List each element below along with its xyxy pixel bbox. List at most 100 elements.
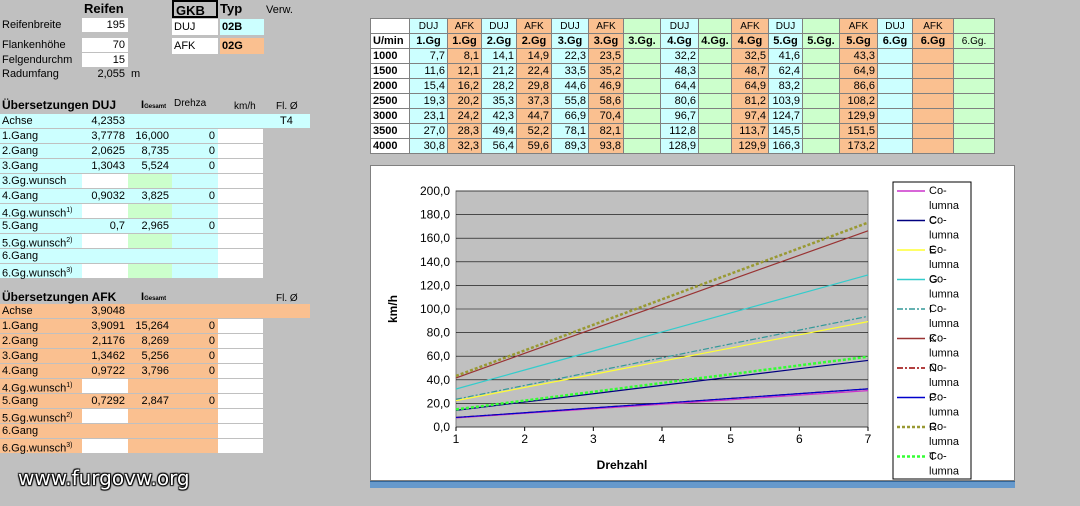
tire-value[interactable]: 70 <box>82 38 128 52</box>
speed-cell <box>698 63 732 79</box>
speed-cell: 56,4 <box>481 138 517 154</box>
duj-kmh-input[interactable] <box>218 174 263 188</box>
afk-drehzahl: 0 <box>208 320 215 332</box>
legend-entry: lumna <box>929 289 960 301</box>
speed-group-label: AFK <box>839 18 878 34</box>
duj-col-kmh: km/h <box>234 101 256 112</box>
speed-cell: 14,1 <box>481 48 517 64</box>
duj-kmh-input[interactable] <box>218 219 263 233</box>
chart-area[interactable]: 0,0 20,0 40,0 60,0 80,0 100,0 120,0 140,0 160,0 1… <box>370 165 1015 493</box>
afk-kmh-input[interactable] <box>218 319 263 333</box>
speed-cell: 33,5 <box>551 63 589 79</box>
speed-cell: 86,6 <box>839 78 878 94</box>
speed-cell: 166,3 <box>768 138 803 154</box>
speed-cell <box>877 108 913 124</box>
duj-col-drehzahl: Drehza <box>174 98 207 109</box>
duj-ratio: 0,9032 <box>91 190 125 202</box>
speed-cell: 62,4 <box>768 63 803 79</box>
duj-total <box>128 249 172 263</box>
afk-kmh-input[interactable] <box>218 439 263 453</box>
speed-gear-header: 4.Gg. <box>698 33 732 49</box>
speed-cell <box>802 63 840 79</box>
speed-cell: 44,6 <box>551 78 589 94</box>
afk-kmh-input[interactable] <box>218 409 263 423</box>
afk-kmh-input[interactable] <box>218 364 263 378</box>
duj-ratio <box>82 249 128 263</box>
y-tick-label: 140,0 <box>420 255 450 269</box>
duj-kmh-input[interactable] <box>218 144 263 158</box>
speed-cell: 35,3 <box>481 93 517 109</box>
duj-kmh-input[interactable] <box>218 234 263 248</box>
duj-total: 8,735 <box>141 145 169 157</box>
duj-drehzahl <box>172 174 218 188</box>
gkb-afk-cell[interactable]: AFK <box>172 38 218 54</box>
speed-rpm: 4000 <box>370 138 410 154</box>
duj-kmh-input[interactable] <box>218 129 263 143</box>
afk-ratio <box>82 379 128 393</box>
typ-duj-cell[interactable]: 02B <box>220 19 264 35</box>
duj-kmh-input[interactable] <box>218 264 263 278</box>
duj-total: 16,000 <box>135 130 169 142</box>
duj-row-label: 5.Gang <box>2 220 39 232</box>
afk-kmh-input[interactable] <box>218 349 263 363</box>
speed-group-label: DUJ <box>660 18 699 34</box>
speed-gear-header: 4.Gg <box>731 33 769 49</box>
speed-cell: 30,8 <box>409 138 448 154</box>
speed-cell: 59,6 <box>516 138 552 154</box>
speed-cell <box>802 123 840 139</box>
duj-ratio: 1,3043 <box>91 160 125 172</box>
duj-kmh-input[interactable] <box>218 249 263 263</box>
speed-gear-header: 5.Gg <box>839 33 878 49</box>
afk-total: 2,847 <box>141 395 169 407</box>
duj-col-fl: Fl. Ø <box>276 101 298 112</box>
speed-cell: 108,2 <box>839 93 878 109</box>
speed-rpm: 3000 <box>370 108 410 124</box>
speed-cell: 8,1 <box>447 48 482 64</box>
x-tick-label: 2 <box>521 432 528 446</box>
speed-cell <box>953 138 995 154</box>
gkb-duj-cell[interactable]: DUJ <box>172 19 218 35</box>
speed-cell <box>912 123 954 139</box>
x-tick-label: 6 <box>796 432 803 446</box>
afk-kmh-input[interactable] <box>218 379 263 393</box>
verw-header: Verw. <box>266 4 293 16</box>
x-tick-label: 5 <box>727 432 734 446</box>
legend-entry: lumna <box>929 259 960 271</box>
duj-ratio <box>82 204 128 218</box>
duj-kmh-input[interactable] <box>218 204 263 218</box>
afk-col-i: IGesamt <box>141 291 167 303</box>
speed-cell: 48,7 <box>731 63 769 79</box>
afk-kmh-input[interactable] <box>218 334 263 348</box>
duj-drehzahl <box>172 264 218 278</box>
y-tick-label: 180,0 <box>420 208 450 222</box>
tire-label: Radumfang <box>2 68 59 80</box>
speed-row: 3500 27,0 28,3 49,4 52,2 78,1 82,1 112,8 113,7 14… <box>370 123 995 139</box>
y-tick-label: 120,0 <box>420 278 450 292</box>
speed-cell: 22,4 <box>516 63 552 79</box>
duj-row-label: 2.Gang <box>2 145 39 157</box>
speed-cell: 93,8 <box>588 138 624 154</box>
x-tick-label: 7 <box>865 432 872 446</box>
afk-kmh-input[interactable] <box>218 394 263 408</box>
tire-value[interactable]: 15 <box>82 53 128 67</box>
tire-value[interactable]: 195 <box>82 18 128 32</box>
afk-row-label: 2.Gang <box>2 335 39 347</box>
speed-group-label: AFK <box>516 18 552 34</box>
legend-entry: lumna <box>929 466 960 478</box>
gkb-header-cell[interactable]: GKB <box>172 0 218 18</box>
duj-row-label: 4.Gg.wunsch1) <box>2 207 73 220</box>
duj-kmh-input[interactable] <box>218 189 263 203</box>
speed-rpm: 3500 <box>370 123 410 139</box>
typ-afk-cell[interactable]: 02G <box>220 38 264 54</box>
speed-gear-header: 3.Gg. <box>623 33 661 49</box>
duj-ratio: 3,7778 <box>91 130 125 142</box>
afk-drehzahl: 0 <box>208 335 215 347</box>
afk-kmh-input[interactable] <box>218 424 263 438</box>
speed-cell: 89,3 <box>551 138 589 154</box>
legend-entry: Co- <box>929 362 947 374</box>
duj-fl-value[interactable]: T4 <box>280 114 293 128</box>
speed-cell <box>802 48 840 64</box>
speed-cell: 28,3 <box>447 123 482 139</box>
speed-rpm-header: U/min <box>370 33 410 49</box>
duj-kmh-input[interactable] <box>218 159 263 173</box>
